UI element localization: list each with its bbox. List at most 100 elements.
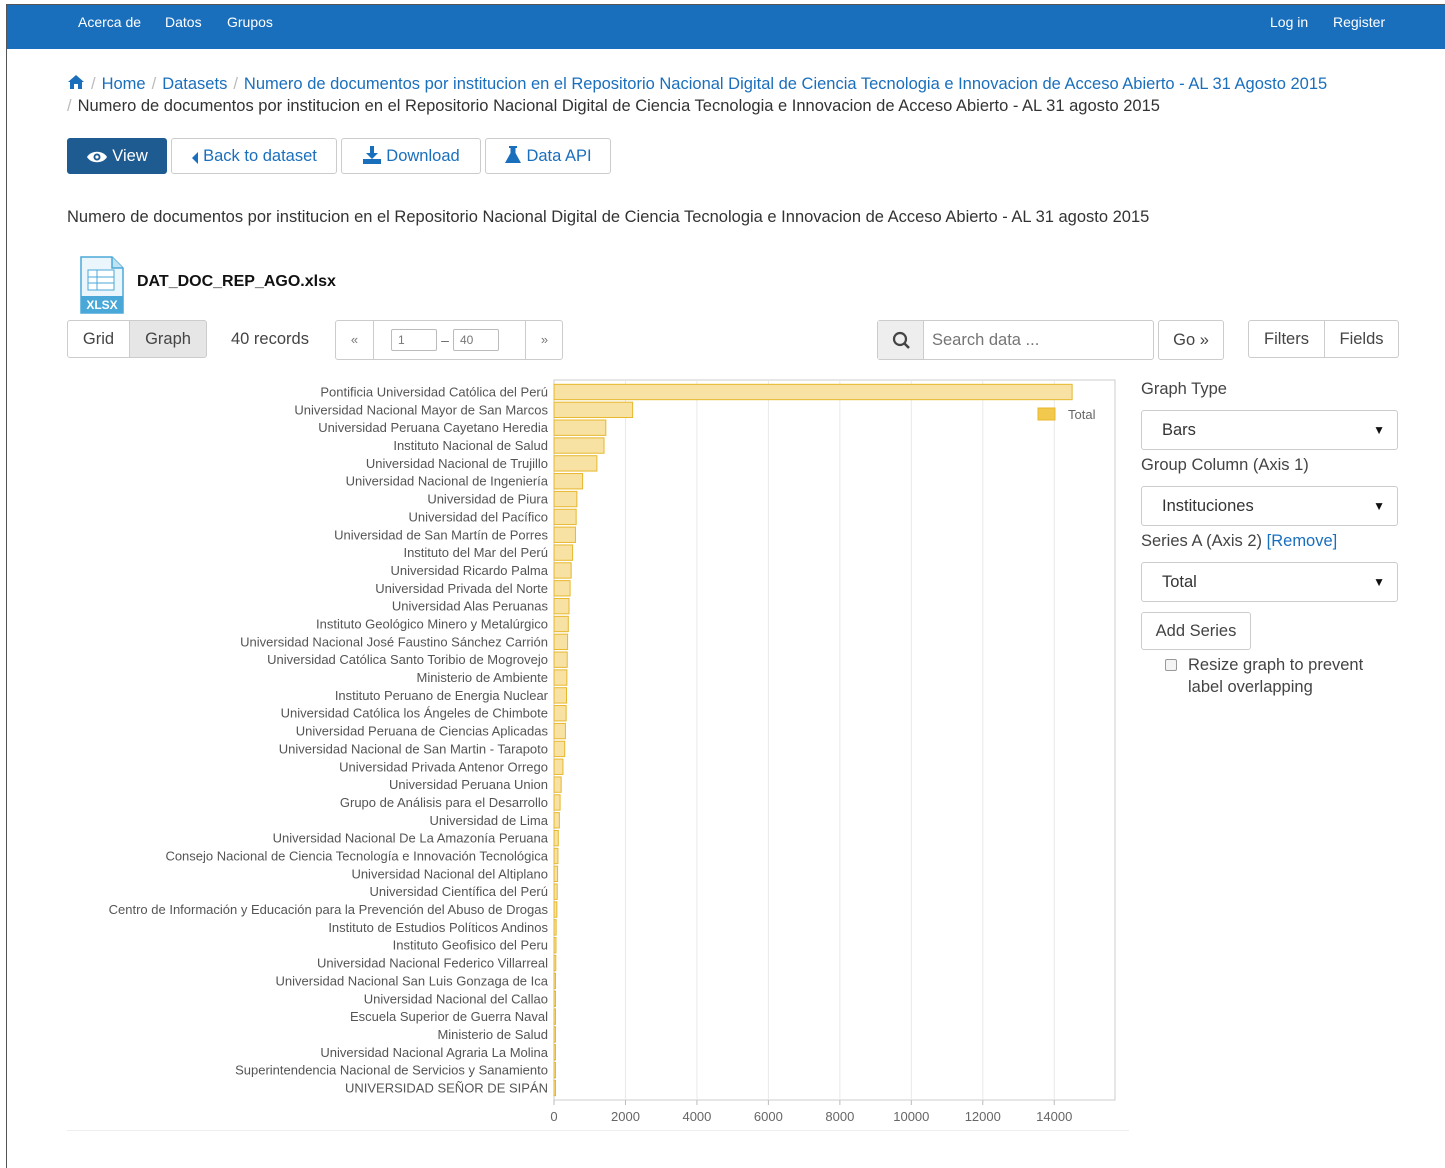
file-name: DAT_DOC_REP_AGO.xlsx: [137, 273, 336, 290]
fields-button[interactable]: Fields: [1324, 320, 1399, 358]
x-tick-label: 14000: [1036, 1109, 1072, 1124]
legend-label: Total: [1068, 407, 1096, 422]
bar: [553, 937, 557, 954]
breadcrumb-dataset[interactable]: Numero de documentos por institucion en …: [244, 75, 1327, 93]
bar: [553, 883, 558, 900]
category-label: Pontificia Universidad Católica del Perú: [320, 385, 548, 400]
bar: [553, 990, 556, 1007]
view-button[interactable]: View: [67, 138, 167, 174]
bar: [553, 455, 598, 472]
bar: [553, 865, 559, 883]
category-label: Universidad Peruana Cayetano Heredia: [318, 420, 549, 435]
legend-swatch: [1037, 407, 1056, 421]
pager-prev-button[interactable]: «: [336, 321, 374, 359]
bar: [553, 437, 605, 454]
dropdown-caret-icon: ▼: [1373, 575, 1385, 589]
top-navbar: Acerca de Datos Grupos Log in Register: [7, 5, 1445, 49]
dropdown-caret-icon: ▼: [1373, 499, 1385, 513]
category-label: Instituto Geológico Minero y Metalúrgico: [316, 617, 548, 632]
group-column-select[interactable]: Instituciones ▼: [1141, 486, 1398, 526]
category-label: Universidad Nacional de Ingeniería: [346, 474, 549, 489]
remove-series-link[interactable]: [Remove]: [1267, 532, 1338, 550]
bar: [553, 812, 560, 829]
home-icon[interactable]: [67, 74, 85, 90]
category-label: Superintendencia Nacional de Servicios y…: [235, 1063, 548, 1078]
bar: [553, 383, 1073, 401]
category-label: Centro de Información y Educación para l…: [109, 902, 549, 917]
category-label: Universidad Católica los Ángeles de Chim…: [281, 706, 548, 721]
register-link[interactable]: Register: [1333, 14, 1385, 30]
nav-datos[interactable]: Datos: [165, 14, 202, 30]
search-go-button[interactable]: Go »: [1158, 320, 1224, 360]
filters-button[interactable]: Filters: [1248, 320, 1325, 358]
breadcrumb: / Home / Datasets / Numero de documentos por …: [67, 74, 1328, 115]
pager-to-input[interactable]: [453, 329, 499, 351]
category-label: Universidad Privada del Norte: [375, 581, 548, 596]
bar: [553, 1044, 556, 1061]
login-link[interactable]: Log in: [1270, 14, 1308, 30]
download-button[interactable]: Download: [341, 138, 481, 174]
category-label: Universidad Nacional Mayor de San Marcos: [294, 402, 548, 417]
category-label: Universidad Nacional del Callao: [364, 991, 548, 1006]
category-label: Universidad Nacional Agraria La Molina: [320, 1045, 548, 1060]
breadcrumb-datasets[interactable]: Datasets: [162, 75, 227, 93]
graph-type-label: Graph Type: [1141, 380, 1227, 398]
pager-range-separator: –: [441, 332, 449, 348]
bar: [553, 847, 559, 865]
bar: [553, 615, 569, 633]
category-label: Universidad Nacional de San Martin - Tar…: [279, 741, 548, 756]
bar: [553, 597, 570, 615]
pager-from-input[interactable]: [391, 329, 437, 351]
nav-grupos[interactable]: Grupos: [227, 14, 273, 30]
grid-view-toggle[interactable]: Grid: [67, 320, 130, 358]
resize-graph-checkbox[interactable]: [1165, 659, 1177, 671]
search-input[interactable]: [930, 327, 1145, 353]
flask-icon: [505, 146, 522, 163]
category-label: Universidad Nacional de Trujillo: [366, 456, 548, 471]
data-explorer-controls: Grid Graph 40 records « – » Go » Filters…: [67, 320, 1399, 360]
x-tick-label: 0: [550, 1109, 557, 1124]
breadcrumb-home[interactable]: Home: [102, 75, 146, 93]
category-label: Universidad Nacional San Luis Gonzaga de…: [276, 973, 549, 988]
series-label: Series A (Axis 2) [Remove]: [1141, 532, 1338, 550]
nav-acerca-de[interactable]: Acerca de: [78, 14, 141, 30]
add-series-button[interactable]: Add Series: [1141, 612, 1251, 650]
category-label: Universidad Científica del Perú: [370, 884, 548, 899]
pager-next-button[interactable]: »: [525, 321, 563, 359]
dropdown-caret-icon: ▼: [1373, 423, 1385, 437]
bar: [553, 1061, 556, 1079]
data-api-button[interactable]: Data API: [485, 138, 611, 174]
bar: [553, 1079, 556, 1097]
category-label: Instituto Nacional de Salud: [393, 438, 548, 453]
category-label: Ministerio de Salud: [437, 1027, 548, 1042]
bar: [553, 1026, 556, 1043]
group-column-label: Group Column (Axis 1): [1141, 456, 1309, 474]
bar: [553, 633, 569, 651]
bar: [553, 580, 571, 597]
category-label: Universidad Peruana Union: [389, 777, 548, 792]
graph-type-select[interactable]: Bars ▼: [1141, 410, 1398, 450]
file-badge: XLSX: [86, 298, 117, 312]
back-to-dataset-button[interactable]: Back to dataset: [171, 138, 337, 174]
breadcrumb-resource: Numero de documentos por institucion en …: [77, 97, 1160, 115]
bar: [553, 669, 568, 686]
category-label: Ministerio de Ambiente: [416, 670, 548, 685]
bar: [553, 401, 634, 419]
graph-view-toggle[interactable]: Graph: [129, 320, 207, 358]
category-label: UNIVERSIDAD SEÑOR DE SIPÁN: [345, 1081, 548, 1096]
series-select[interactable]: Total ▼: [1141, 562, 1398, 602]
x-tick-label: 12000: [965, 1109, 1001, 1124]
bar-chart: 0 2000 4000 6000 8000 10000 12000 14000 UNIVERSI…: [109, 379, 1116, 1124]
eye-icon: [87, 151, 108, 163]
search-icon: [892, 331, 910, 349]
bar: [553, 740, 566, 758]
bar: [553, 526, 576, 543]
category-label: Universidad Católica Santo Toribio de Mo…: [267, 652, 548, 667]
x-tick-label: 4000: [682, 1109, 711, 1124]
bar: [553, 758, 564, 775]
category-label: Grupo de Análisis para el Desarrollo: [340, 795, 548, 810]
category-label: Instituto de Estudios Políticos Andinos: [328, 920, 548, 935]
bar: [553, 972, 556, 990]
resize-graph-label: Resize graph to prevent label overlappin…: [1188, 656, 1364, 696]
category-label: Universidad Nacional José Faustino Sánch…: [240, 634, 548, 649]
